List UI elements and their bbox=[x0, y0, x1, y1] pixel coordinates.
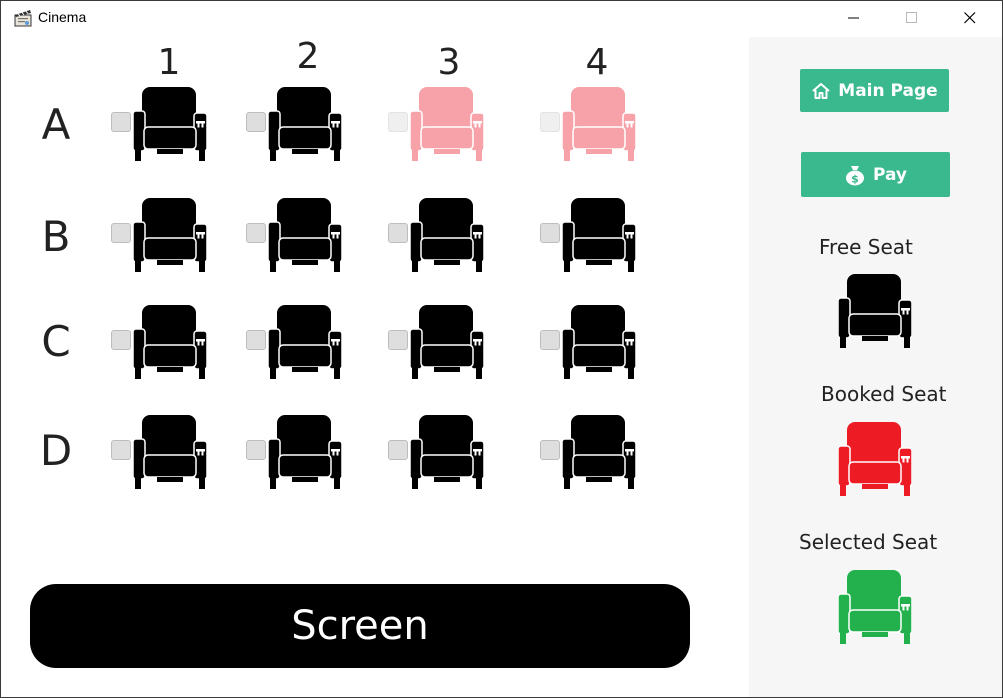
seat-d2[interactable] bbox=[246, 413, 356, 493]
armchair-icon bbox=[133, 415, 207, 489]
seat-checkbox-a3 bbox=[388, 112, 408, 132]
seat-checkbox-d1[interactable] bbox=[111, 440, 131, 460]
armchair-icon bbox=[410, 198, 484, 272]
seat-checkbox-d3[interactable] bbox=[388, 440, 408, 460]
seat-checkbox-b4[interactable] bbox=[540, 223, 560, 243]
column-label-3: 3 bbox=[437, 42, 461, 83]
main-page-label: Main Page bbox=[838, 80, 938, 101]
seat-checkbox-a1[interactable] bbox=[111, 112, 131, 132]
home-icon bbox=[812, 82, 830, 99]
money-bag-icon: $ bbox=[845, 165, 864, 185]
seat-d1[interactable] bbox=[111, 413, 221, 493]
pay-label: Pay bbox=[872, 164, 908, 185]
row-label-a: A bbox=[41, 100, 71, 149]
legend-label-booked: Booked Seat bbox=[821, 382, 947, 406]
free-seat-legend-icon bbox=[838, 274, 912, 348]
seat-a2[interactable] bbox=[246, 85, 356, 165]
booked-seat-legend-icon bbox=[838, 422, 912, 496]
armchair-icon bbox=[410, 415, 484, 489]
seat-checkbox-a4 bbox=[540, 112, 560, 132]
seat-c2[interactable] bbox=[246, 303, 356, 383]
seat-checkbox-b1[interactable] bbox=[111, 223, 131, 243]
armchair-icon bbox=[410, 87, 484, 161]
armchair-icon bbox=[133, 305, 207, 379]
seat-checkbox-c2[interactable] bbox=[246, 330, 266, 350]
seat-checkbox-a2[interactable] bbox=[246, 112, 266, 132]
seat-b1[interactable] bbox=[111, 196, 221, 276]
seat-checkbox-b2[interactable] bbox=[246, 223, 266, 243]
armchair-icon bbox=[268, 305, 342, 379]
seat-checkbox-c3[interactable] bbox=[388, 330, 408, 350]
minimize-button[interactable] bbox=[831, 1, 877, 35]
window-title: Cinema bbox=[38, 9, 87, 25]
maximize-button[interactable] bbox=[889, 1, 935, 35]
close-button[interactable] bbox=[947, 1, 993, 35]
legend-label-selected: Selected Seat bbox=[799, 530, 938, 554]
svg-text:$: $ bbox=[851, 172, 859, 185]
seat-b2[interactable] bbox=[246, 196, 356, 276]
armchair-icon bbox=[133, 198, 207, 272]
armchair-icon bbox=[562, 198, 636, 272]
seat-checkbox-d4[interactable] bbox=[540, 440, 560, 460]
seat-checkbox-d2[interactable] bbox=[246, 440, 266, 460]
column-label-1: 1 bbox=[157, 42, 181, 83]
minimize-icon bbox=[848, 17, 859, 19]
seat-a4 bbox=[540, 85, 650, 165]
armchair-icon bbox=[562, 305, 636, 379]
armchair-icon bbox=[562, 415, 636, 489]
seat-c3[interactable] bbox=[388, 303, 498, 383]
armchair-icon bbox=[410, 305, 484, 379]
column-label-2: 2 bbox=[296, 36, 320, 77]
main-page-button[interactable]: Main Page bbox=[800, 69, 949, 112]
screen-label: Screen bbox=[291, 603, 429, 649]
armchair-icon bbox=[268, 198, 342, 272]
seat-checkbox-c1[interactable] bbox=[111, 330, 131, 350]
row-label-b: B bbox=[41, 212, 71, 261]
seat-b3[interactable] bbox=[388, 196, 498, 276]
close-icon bbox=[964, 12, 976, 24]
pay-button[interactable]: $ Pay bbox=[801, 152, 950, 197]
armchair-icon bbox=[268, 87, 342, 161]
title-bar: Cinema bbox=[1, 1, 1002, 35]
row-label-d: D bbox=[39, 426, 73, 475]
clapperboard-icon bbox=[14, 10, 32, 27]
cinema-window: Cinema 1 2 3 4 A B C D Screen Main Page bbox=[0, 0, 1003, 698]
seat-checkbox-c4[interactable] bbox=[540, 330, 560, 350]
legend-label-free: Free Seat bbox=[819, 235, 913, 259]
seat-a1[interactable] bbox=[111, 85, 221, 165]
seat-d4[interactable] bbox=[540, 413, 650, 493]
screen-bar: Screen bbox=[30, 584, 690, 668]
column-label-4: 4 bbox=[585, 42, 609, 83]
seat-c4[interactable] bbox=[540, 303, 650, 383]
armchair-icon bbox=[268, 415, 342, 489]
seat-c1[interactable] bbox=[111, 303, 221, 383]
seat-b4[interactable] bbox=[540, 196, 650, 276]
armchair-icon bbox=[562, 87, 636, 161]
armchair-icon bbox=[133, 87, 207, 161]
seat-a3 bbox=[388, 85, 498, 165]
row-label-c: C bbox=[41, 317, 71, 366]
seat-d3[interactable] bbox=[388, 413, 498, 493]
maximize-icon bbox=[906, 12, 917, 23]
selected-seat-legend-icon bbox=[838, 570, 912, 644]
seat-checkbox-b3[interactable] bbox=[388, 223, 408, 243]
